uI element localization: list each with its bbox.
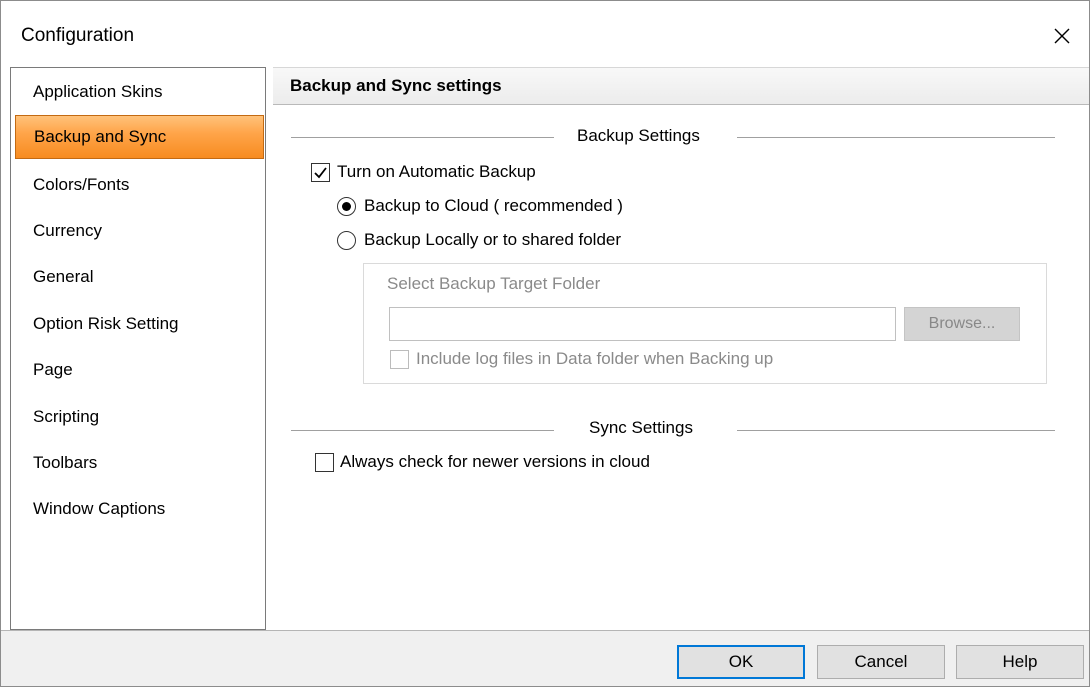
title-bar: Configuration: [1, 1, 1089, 59]
category-list: Application Skins Backup and Sync Colors…: [10, 67, 266, 630]
sync-separator-left: [291, 430, 554, 431]
sidebar-item-label: Currency: [33, 221, 102, 240]
sidebar-item-window-captions[interactable]: Window Captions: [15, 487, 264, 531]
ok-button[interactable]: OK: [677, 645, 805, 679]
check-newer-versions-checkbox[interactable]: [315, 453, 334, 472]
checkmark-icon: [314, 167, 327, 179]
backup-separator-right: [737, 137, 1055, 138]
backup-local-label: Backup Locally or to shared folder: [364, 230, 622, 249]
backup-settings-heading: Backup Settings: [577, 126, 700, 145]
backup-local-radio[interactable]: [337, 231, 356, 250]
radio-selected-dot: [342, 202, 351, 211]
sidebar-item-option-risk-setting[interactable]: Option Risk Setting: [15, 302, 264, 346]
dialog-footer: OK Cancel Help: [1, 630, 1089, 686]
sidebar-item-colors-fonts[interactable]: Colors/Fonts: [15, 163, 264, 207]
backup-separator-left: [291, 137, 554, 138]
sync-settings-heading: Sync Settings: [589, 418, 693, 437]
auto-backup-checkbox[interactable]: [311, 163, 330, 182]
sidebar-item-label: Option Risk Setting: [33, 314, 179, 333]
window-title: Configuration: [21, 25, 135, 46]
sidebar-item-currency[interactable]: Currency: [15, 209, 264, 253]
check-newer-versions-label: Always check for newer versions in cloud: [340, 452, 650, 471]
include-logs-checkbox[interactable]: [390, 350, 409, 369]
backup-cloud-label: Backup to Cloud ( recommended ): [364, 196, 623, 215]
configuration-dialog: Configuration Application Skins Backup a…: [0, 0, 1090, 687]
sidebar-item-label: Window Captions: [33, 499, 166, 518]
target-folder-input[interactable]: [389, 307, 896, 341]
sidebar-item-page[interactable]: Page: [15, 348, 264, 392]
sidebar-item-label: General: [33, 267, 94, 286]
panel-header: Backup and Sync settings: [273, 67, 1089, 105]
browse-button[interactable]: Browse...: [904, 307, 1020, 341]
sidebar-item-label: Toolbars: [33, 453, 98, 472]
cancel-button[interactable]: Cancel: [817, 645, 945, 679]
sidebar-item-label: Colors/Fonts: [33, 175, 130, 194]
include-logs-label: Include log files in Data folder when Ba…: [416, 349, 774, 368]
sidebar-item-general[interactable]: General: [15, 255, 264, 299]
sync-separator-right: [737, 430, 1055, 431]
sidebar-item-application-skins[interactable]: Application Skins: [15, 70, 264, 114]
target-folder-group-label: Select Backup Target Folder: [387, 274, 601, 293]
sidebar-item-toolbars[interactable]: Toolbars: [15, 441, 264, 485]
help-button[interactable]: Help: [956, 645, 1084, 679]
sidebar-item-scripting[interactable]: Scripting: [15, 395, 264, 439]
sidebar-item-label: Scripting: [33, 407, 100, 426]
sidebar-item-label: Application Skins: [33, 82, 163, 101]
sidebar-item-label: Page: [33, 360, 73, 379]
sidebar-item-label: Backup and Sync: [34, 127, 167, 146]
close-icon: [1054, 28, 1070, 44]
close-button[interactable]: [1047, 21, 1077, 51]
auto-backup-label: Turn on Automatic Backup: [337, 162, 536, 181]
sidebar-item-backup-and-sync[interactable]: Backup and Sync: [15, 115, 264, 159]
backup-cloud-radio[interactable]: [337, 197, 356, 216]
